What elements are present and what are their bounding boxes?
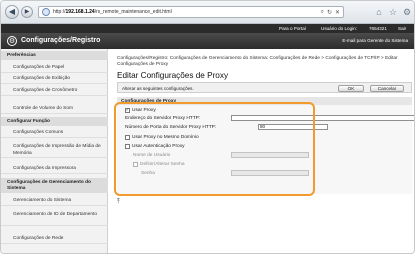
forward-button[interactable]: ▶ xyxy=(21,6,33,18)
sidebar-item-network[interactable]: Configurações de Rede xyxy=(1,233,108,244)
sidebar-item-system-mgmt[interactable]: Gerenciamento do Sistema xyxy=(1,195,108,206)
cancel-button[interactable]: Cancelar xyxy=(370,84,404,92)
home-icon[interactable]: ⌂ xyxy=(374,7,384,17)
sidebar-item-timer[interactable]: Configurações de Cronômetro xyxy=(1,85,108,96)
sidebar: Preferências Configurações de Papel Conf… xyxy=(1,49,108,253)
sidebar-item-common[interactable]: Configurações Comuns xyxy=(1,127,108,138)
search-icon[interactable]: ⌕ xyxy=(321,9,324,16)
gear-icon[interactable]: ⚙ xyxy=(402,7,412,17)
page-title: Editar Configurações de Proxy xyxy=(117,71,229,80)
forward-arrow-icon: ▶ xyxy=(24,9,30,15)
top-bar: Para o Portal Usuário do Login: 7654321 … xyxy=(1,24,414,33)
sidebar-item-dept-id[interactable]: Gerenciamento de ID de Departamento xyxy=(1,209,108,226)
browser-window: ◀ ▶ http://192.168.1.24/rs_remote_mainte… xyxy=(0,0,415,254)
apply-text: Alterar as seguintes configurações. xyxy=(122,86,194,91)
browser-toolbar: ◀ ▶ http://192.168.1.24/rs_remote_mainte… xyxy=(1,1,414,24)
highlight-frame xyxy=(114,102,315,196)
sidebar-item-display[interactable]: Configurações de Exibição xyxy=(1,73,108,84)
settings-logo-icon: ⚙ xyxy=(7,36,17,46)
logout-link[interactable]: Sair xyxy=(398,26,406,31)
ok-button[interactable]: OK xyxy=(338,84,364,92)
login-user-label: Usuário do Login: xyxy=(321,26,358,31)
app-title: Configurações/Registro xyxy=(21,37,101,44)
back-arrow-icon: ◀ xyxy=(8,7,16,16)
refresh-icon[interactable]: ↻ xyxy=(327,9,332,16)
sidebar-section-preferences: Preferências xyxy=(1,51,108,60)
sidebar-item-volume[interactable]: Controle de Volume do Som xyxy=(1,103,108,114)
globe-icon xyxy=(42,8,50,16)
email-admin-link[interactable]: E-mail para Gerente do Sistema xyxy=(342,38,408,43)
sidebar-section-system: Configurações de Gerenciamento do Sistem… xyxy=(1,178,108,193)
apply-bar: Alterar as seguintes configurações. OK C… xyxy=(117,82,412,93)
breadcrumb[interactable]: Configurações/Registro: Configurações de… xyxy=(117,56,407,67)
sidebar-item-memory-media[interactable]: Configurações de Impressão de Mídia de M… xyxy=(1,141,108,158)
back-to-top-icon[interactable]: ⤒ xyxy=(117,199,120,206)
sidebar-item-paper[interactable]: Configurações de Papel xyxy=(1,62,108,73)
close-icon[interactable]: ✕ xyxy=(335,9,340,16)
portal-link[interactable]: Para o Portal xyxy=(279,26,306,31)
address-bar[interactable]: http://192.168.1.24/rs_remote_maintenanc… xyxy=(38,6,344,18)
star-icon[interactable]: ☆ xyxy=(388,7,398,17)
login-user-value: 7654321 xyxy=(369,26,387,31)
sidebar-section-function: Configurar Função xyxy=(1,117,108,126)
address-url: http://192.168.1.24/rs_remote_maintenanc… xyxy=(53,9,172,15)
sidebar-item-printer[interactable]: Configurações da Impressora xyxy=(1,163,108,174)
back-button[interactable]: ◀ xyxy=(5,5,19,19)
app-header: ⚙ Configurações/Registro E-mail para Ger… xyxy=(1,33,414,49)
